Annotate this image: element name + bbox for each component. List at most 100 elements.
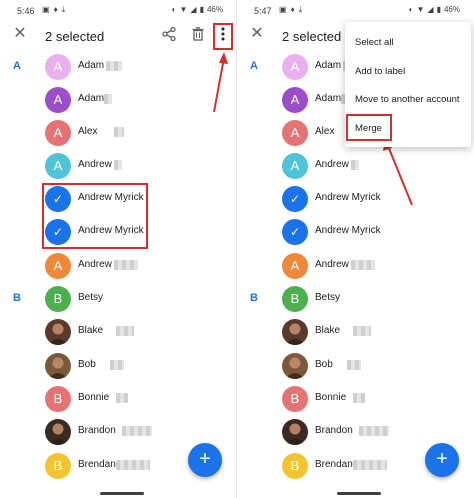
battery-icon: ▮	[199, 5, 204, 14]
photo-avatar[interactable]	[45, 353, 71, 379]
system-icons: ◐ ▼ ◢ ▮ 46%	[172, 5, 223, 15]
share-icon[interactable]	[162, 27, 176, 41]
close-icon[interactable]: ✕	[12, 26, 28, 42]
photo-avatar[interactable]	[282, 419, 308, 445]
contact-name: Blake	[78, 325, 104, 336]
redacted-surname	[114, 260, 138, 270]
contact-name: Andrew	[78, 159, 112, 170]
letter-avatar[interactable]: B	[45, 386, 71, 412]
contact-row[interactable]: Blake	[237, 316, 474, 349]
photo-avatar[interactable]	[45, 319, 71, 345]
contact-row[interactable]: Bob	[0, 350, 237, 383]
selected-check-avatar[interactable]: ✓	[282, 219, 308, 245]
battery-icon: ▮	[436, 5, 441, 14]
redacted-surname	[347, 360, 361, 370]
letter-avatar[interactable]: A	[45, 153, 71, 179]
letter-avatar[interactable]: A	[45, 87, 71, 113]
letter-avatar[interactable]: B	[45, 286, 71, 312]
contact-name: Alex	[315, 126, 335, 137]
contact-row[interactable]: A Andrew	[237, 150, 474, 183]
letter-avatar[interactable]: A	[45, 120, 71, 146]
redacted-surname	[114, 160, 122, 170]
more-options-highlight	[213, 23, 233, 50]
letter-avatar[interactable]: A	[45, 54, 71, 80]
contact-name: Bob	[315, 359, 333, 370]
gallery-icon: ▣	[42, 5, 50, 14]
letter-avatar[interactable]: A	[45, 253, 71, 279]
redacted-surname	[351, 260, 375, 270]
letter-avatar[interactable]: A	[282, 87, 308, 113]
battery-level: 46%	[443, 5, 460, 14]
redacted-surname	[359, 426, 389, 436]
letter-avatar[interactable]: A	[282, 120, 308, 146]
letter-avatar[interactable]: B	[282, 286, 308, 312]
page-title: 2 selected	[282, 29, 342, 44]
contact-row[interactable]: Blake	[0, 316, 237, 349]
menu-item-move-account[interactable]: Move to another account	[355, 94, 460, 105]
add-contact-fab[interactable]: +	[425, 443, 459, 477]
letter-avatar[interactable]: A	[282, 54, 308, 80]
download-icon: ⤓	[298, 5, 303, 14]
gesture-nav-bar[interactable]	[337, 492, 381, 495]
signal-icon: ◢	[427, 5, 434, 14]
selection-app-bar: ✕ 2 selected	[0, 22, 237, 52]
contact-row[interactable]: A Andrew	[0, 250, 237, 283]
contact-row[interactable]: A Andrew	[0, 150, 237, 183]
contact-row[interactable]: Bob	[237, 350, 474, 383]
delete-icon[interactable]	[192, 27, 204, 41]
left-screenshot: 5:46 ▣ ♦ ⤓ ◐ ▼ ◢ ▮ 46% ✕ 2 selected A A …	[0, 0, 237, 498]
add-contact-fab[interactable]: +	[188, 443, 222, 477]
contact-name: Brendan	[78, 459, 116, 470]
contact-name: Brendan	[315, 459, 353, 470]
contact-row[interactable]: B Bonnie	[237, 383, 474, 416]
gesture-nav-bar[interactable]	[100, 492, 144, 495]
data-saver-icon: ◐	[171, 5, 177, 14]
data-saver-icon: ◐	[408, 5, 414, 14]
contact-name: Adam	[78, 60, 105, 71]
selected-check-avatar[interactable]: ✓	[282, 186, 308, 212]
battery-level: 46%	[206, 5, 223, 14]
page-title: 2 selected	[45, 29, 105, 44]
contact-name: Betsy	[78, 292, 104, 303]
wifi-icon: ▼	[416, 5, 425, 14]
redacted-surname	[114, 127, 124, 137]
contact-row[interactable]: B B Betsy	[0, 283, 237, 316]
contact-row[interactable]: ✓ Andrew Myrick	[237, 183, 474, 216]
menu-item-select-all[interactable]: Select all	[355, 37, 394, 48]
redacted-surname	[104, 94, 112, 104]
letter-avatar[interactable]: A	[282, 153, 308, 179]
contact-row[interactable]: A A Adam	[0, 51, 237, 84]
photo-avatar[interactable]	[282, 353, 308, 379]
letter-avatar[interactable]: B	[282, 453, 308, 479]
photo-avatar[interactable]	[282, 319, 308, 345]
photo-avatar[interactable]	[45, 419, 71, 445]
letter-avatar[interactable]: A	[282, 253, 308, 279]
system-icons: ◐ ▼ ◢ ▮ 46%	[409, 5, 460, 15]
contact-row[interactable]: ✓ Andrew Myrick	[237, 216, 474, 249]
notification-icons: ▣ ♦ ⤓	[42, 5, 65, 15]
redacted-surname	[116, 393, 128, 403]
menu-item-add-to-label[interactable]: Add to label	[355, 66, 405, 77]
contact-row[interactable]: A Andrew	[237, 250, 474, 283]
status-time: 5:47	[254, 6, 272, 16]
contact-name: Bonnie	[315, 392, 347, 403]
close-icon[interactable]: ✕	[249, 26, 265, 42]
redacted-surname	[353, 460, 387, 470]
letter-avatar[interactable]: B	[45, 453, 71, 479]
redacted-surname	[106, 61, 122, 71]
contact-name: Andrew	[78, 259, 112, 270]
contact-row[interactable]: B Bonnie	[0, 383, 237, 416]
contact-name: Adam	[315, 93, 342, 104]
redacted-surname	[110, 360, 124, 370]
contact-name: Andrew	[315, 259, 349, 270]
selected-contacts-highlight	[42, 183, 148, 249]
contact-name: Adam	[78, 93, 105, 104]
redacted-surname	[116, 326, 134, 336]
notification-icons: ▣ ♦ ⤓	[279, 5, 302, 15]
contact-row[interactable]: A Alex	[0, 117, 237, 150]
wifi-icon: ▼	[179, 5, 188, 14]
section-letter: B	[250, 292, 258, 304]
letter-avatar[interactable]: B	[282, 386, 308, 412]
contact-row[interactable]: A Adam	[0, 84, 237, 117]
contact-row[interactable]: B B Betsy	[237, 283, 474, 316]
